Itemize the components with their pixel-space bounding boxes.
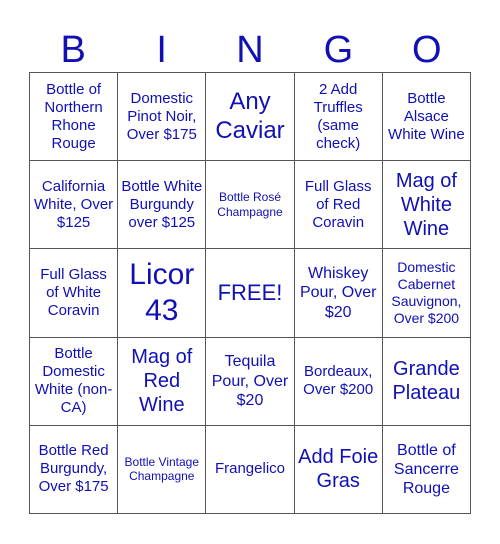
cell-text: Bottle Vintage Champagne — [124, 455, 200, 484]
cell-text: Licor 43 — [129, 257, 195, 327]
cell-text: Bordeaux, Over $200 — [303, 363, 374, 399]
bingo-cell[interactable]: Domestic Pinot Noir, Over $175 — [118, 73, 207, 162]
bingo-cell[interactable]: 2 Add Truffles (same check) — [294, 73, 383, 162]
cell-text: California White, Over $125 — [34, 177, 114, 231]
cell-text: Domestic Pinot Noir, Over $175 — [126, 89, 197, 143]
bingo-cell[interactable]: Add Foie Gras — [294, 425, 383, 514]
bingo-cell[interactable]: Bottle Domestic White (non-CA) — [30, 337, 119, 426]
cell-text: Bottle Domestic White (non-CA) — [34, 345, 113, 417]
cell-text: Grande Plateau — [392, 358, 461, 405]
cell-text: Bottle of Sancerre Rouge — [393, 441, 459, 497]
bingo-cell[interactable]: Bottle Alsace White Wine — [382, 73, 471, 162]
bingo-cell[interactable]: Full Glass of White Coravin — [30, 249, 119, 338]
cell-text: Frangelico — [214, 460, 286, 478]
bingo-cell[interactable]: Bottle of Sancerre Rouge — [382, 425, 471, 514]
cell-text: Any Caviar — [215, 87, 285, 144]
header-letter-n: N — [236, 29, 264, 71]
bingo-cell[interactable]: Mag of Red Wine — [118, 337, 207, 426]
bingo-board: Bottle of Northern Rhone Rouge Domestic … — [29, 72, 471, 514]
bingo-header: B I N G O — [29, 28, 471, 72]
bingo-cell[interactable]: California White, Over $125 — [30, 161, 119, 250]
bingo-cell[interactable]: Mag of White Wine — [382, 161, 471, 250]
header-letter-b: B — [60, 29, 86, 71]
bingo-cell[interactable]: Bottle of Northern Rhone Rouge — [30, 73, 119, 162]
cell-text: 2 Add Truffles (same check) — [313, 80, 363, 152]
header-letter-i: I — [156, 29, 167, 71]
bingo-cell[interactable]: Bottle Vintage Champagne — [118, 425, 207, 514]
cell-text: Bottle of Northern Rhone Rouge — [44, 80, 103, 152]
cell-text: Bottle Alsace White Wine — [388, 89, 465, 143]
cell-text: Whiskey Pour, Over $20 — [299, 265, 377, 321]
cell-text: Add Foie Gras — [298, 446, 379, 493]
bingo-cell[interactable]: Licor 43 — [118, 249, 207, 338]
bingo-cell[interactable]: Frangelico — [206, 425, 295, 514]
bingo-cell[interactable]: Bordeaux, Over $200 — [294, 337, 383, 426]
cell-text: Bottle Rosé Champagne — [217, 190, 283, 219]
cell-text: Mag of Red Wine — [131, 346, 193, 417]
bingo-cell[interactable]: Grande Plateau — [382, 337, 471, 426]
bingo-cell[interactable]: Full Glass of Red Coravin — [294, 161, 383, 250]
cell-text: Tequila Pour, Over $20 — [211, 353, 289, 409]
bingo-cell[interactable]: Bottle Rosé Champagne — [206, 161, 295, 250]
bingo-cell[interactable]: Whiskey Pour, Over $20 — [294, 249, 383, 338]
header-letter-o: O — [412, 29, 442, 71]
bingo-cell[interactable]: Bottle Red Burgundy, Over $175 — [30, 425, 119, 514]
cell-text: Domestic Cabernet Sauvignon, Over $200 — [391, 259, 462, 326]
bingo-cell[interactable]: Any Caviar — [206, 73, 295, 162]
cell-text: Mag of White Wine — [395, 169, 457, 240]
bingo-cell[interactable]: Bottle White Burgundy over $125 — [118, 161, 207, 250]
cell-text: Bottle White Burgundy over $125 — [121, 177, 203, 231]
bingo-cell[interactable]: Tequila Pour, Over $20 — [206, 337, 295, 426]
bingo-cell[interactable]: Domestic Cabernet Sauvignon, Over $200 — [382, 249, 471, 338]
free-space[interactable]: FREE! — [206, 249, 295, 338]
cell-text: Full Glass of White Coravin — [40, 265, 107, 319]
cell-text: Bottle Red Burgundy, Over $175 — [38, 442, 109, 496]
header-letter-g: G — [323, 29, 354, 71]
cell-text: Full Glass of Red Coravin — [304, 177, 372, 231]
cell-text: FREE! — [217, 279, 283, 305]
